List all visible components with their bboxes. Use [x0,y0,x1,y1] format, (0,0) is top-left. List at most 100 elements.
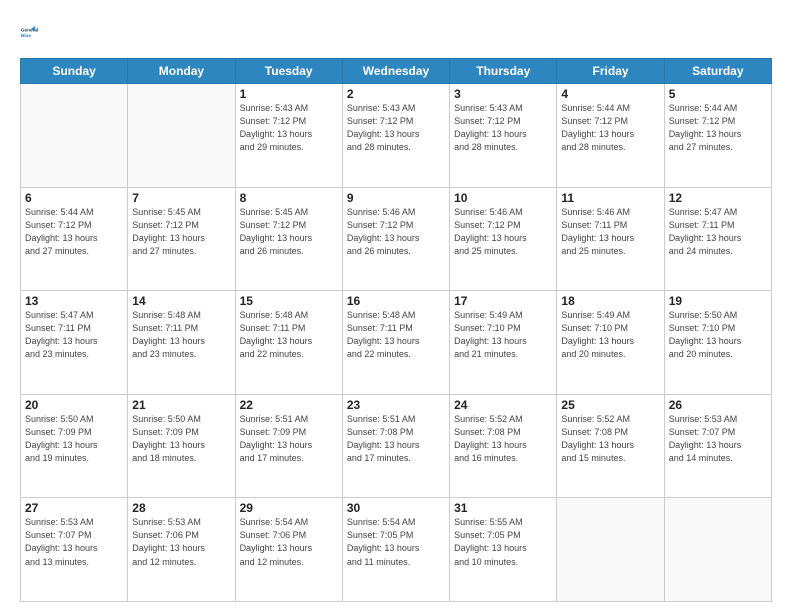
calendar-cell: 3Sunrise: 5:43 AM Sunset: 7:12 PM Daylig… [450,84,557,188]
calendar-cell: 20Sunrise: 5:50 AM Sunset: 7:09 PM Dayli… [21,394,128,498]
weekday-header-monday: Monday [128,59,235,84]
day-number: 18 [561,294,659,308]
calendar-cell: 2Sunrise: 5:43 AM Sunset: 7:12 PM Daylig… [342,84,449,188]
calendar-cell: 14Sunrise: 5:48 AM Sunset: 7:11 PM Dayli… [128,291,235,395]
svg-text:General: General [21,28,39,33]
day-number: 5 [669,87,767,101]
day-info: Sunrise: 5:46 AM Sunset: 7:11 PM Dayligh… [561,206,659,258]
day-info: Sunrise: 5:50 AM Sunset: 7:10 PM Dayligh… [669,309,767,361]
day-number: 8 [240,191,338,205]
page: General Blue SundayMondayTuesdayWednesda… [0,0,792,612]
day-number: 30 [347,501,445,515]
day-number: 16 [347,294,445,308]
day-number: 17 [454,294,552,308]
weekday-header-saturday: Saturday [664,59,771,84]
day-number: 12 [669,191,767,205]
week-row-3: 13Sunrise: 5:47 AM Sunset: 7:11 PM Dayli… [21,291,772,395]
day-info: Sunrise: 5:51 AM Sunset: 7:09 PM Dayligh… [240,413,338,465]
day-info: Sunrise: 5:49 AM Sunset: 7:10 PM Dayligh… [454,309,552,361]
day-number: 3 [454,87,552,101]
weekday-header-tuesday: Tuesday [235,59,342,84]
day-info: Sunrise: 5:46 AM Sunset: 7:12 PM Dayligh… [454,206,552,258]
day-number: 13 [25,294,123,308]
calendar-cell: 27Sunrise: 5:53 AM Sunset: 7:07 PM Dayli… [21,498,128,602]
day-info: Sunrise: 5:44 AM Sunset: 7:12 PM Dayligh… [25,206,123,258]
calendar-cell: 7Sunrise: 5:45 AM Sunset: 7:12 PM Daylig… [128,187,235,291]
calendar-cell: 22Sunrise: 5:51 AM Sunset: 7:09 PM Dayli… [235,394,342,498]
calendar-cell: 19Sunrise: 5:50 AM Sunset: 7:10 PM Dayli… [664,291,771,395]
day-number: 27 [25,501,123,515]
day-number: 15 [240,294,338,308]
day-info: Sunrise: 5:50 AM Sunset: 7:09 PM Dayligh… [25,413,123,465]
day-info: Sunrise: 5:43 AM Sunset: 7:12 PM Dayligh… [347,102,445,154]
day-number: 2 [347,87,445,101]
day-info: Sunrise: 5:52 AM Sunset: 7:08 PM Dayligh… [454,413,552,465]
day-number: 10 [454,191,552,205]
calendar-cell [664,498,771,602]
calendar-cell: 26Sunrise: 5:53 AM Sunset: 7:07 PM Dayli… [664,394,771,498]
day-info: Sunrise: 5:53 AM Sunset: 7:07 PM Dayligh… [25,516,123,568]
calendar-cell: 13Sunrise: 5:47 AM Sunset: 7:11 PM Dayli… [21,291,128,395]
calendar-cell: 18Sunrise: 5:49 AM Sunset: 7:10 PM Dayli… [557,291,664,395]
calendar-cell [128,84,235,188]
day-info: Sunrise: 5:49 AM Sunset: 7:10 PM Dayligh… [561,309,659,361]
weekday-header-thursday: Thursday [450,59,557,84]
logo: General Blue [20,18,50,48]
calendar-cell: 25Sunrise: 5:52 AM Sunset: 7:08 PM Dayli… [557,394,664,498]
day-number: 6 [25,191,123,205]
day-number: 25 [561,398,659,412]
day-info: Sunrise: 5:43 AM Sunset: 7:12 PM Dayligh… [240,102,338,154]
calendar-cell: 21Sunrise: 5:50 AM Sunset: 7:09 PM Dayli… [128,394,235,498]
day-info: Sunrise: 5:54 AM Sunset: 7:05 PM Dayligh… [347,516,445,568]
day-number: 29 [240,501,338,515]
day-info: Sunrise: 5:48 AM Sunset: 7:11 PM Dayligh… [347,309,445,361]
day-info: Sunrise: 5:47 AM Sunset: 7:11 PM Dayligh… [25,309,123,361]
calendar-cell: 1Sunrise: 5:43 AM Sunset: 7:12 PM Daylig… [235,84,342,188]
calendar-cell: 6Sunrise: 5:44 AM Sunset: 7:12 PM Daylig… [21,187,128,291]
day-number: 28 [132,501,230,515]
calendar-cell: 10Sunrise: 5:46 AM Sunset: 7:12 PM Dayli… [450,187,557,291]
calendar-cell: 9Sunrise: 5:46 AM Sunset: 7:12 PM Daylig… [342,187,449,291]
calendar-cell [557,498,664,602]
calendar-cell: 28Sunrise: 5:53 AM Sunset: 7:06 PM Dayli… [128,498,235,602]
weekday-header-sunday: Sunday [21,59,128,84]
day-info: Sunrise: 5:47 AM Sunset: 7:11 PM Dayligh… [669,206,767,258]
svg-text:Blue: Blue [21,33,32,38]
logo-icon: General Blue [20,18,50,48]
day-info: Sunrise: 5:46 AM Sunset: 7:12 PM Dayligh… [347,206,445,258]
day-number: 21 [132,398,230,412]
day-number: 1 [240,87,338,101]
day-number: 23 [347,398,445,412]
calendar-cell: 23Sunrise: 5:51 AM Sunset: 7:08 PM Dayli… [342,394,449,498]
header: General Blue [20,18,772,48]
day-number: 14 [132,294,230,308]
weekday-header-row: SundayMondayTuesdayWednesdayThursdayFrid… [21,59,772,84]
day-number: 19 [669,294,767,308]
week-row-1: 1Sunrise: 5:43 AM Sunset: 7:12 PM Daylig… [21,84,772,188]
day-info: Sunrise: 5:44 AM Sunset: 7:12 PM Dayligh… [561,102,659,154]
day-number: 26 [669,398,767,412]
week-row-4: 20Sunrise: 5:50 AM Sunset: 7:09 PM Dayli… [21,394,772,498]
weekday-header-wednesday: Wednesday [342,59,449,84]
week-row-2: 6Sunrise: 5:44 AM Sunset: 7:12 PM Daylig… [21,187,772,291]
calendar-cell: 17Sunrise: 5:49 AM Sunset: 7:10 PM Dayli… [450,291,557,395]
day-info: Sunrise: 5:54 AM Sunset: 7:06 PM Dayligh… [240,516,338,568]
calendar-cell [21,84,128,188]
calendar-cell: 11Sunrise: 5:46 AM Sunset: 7:11 PM Dayli… [557,187,664,291]
calendar-cell: 29Sunrise: 5:54 AM Sunset: 7:06 PM Dayli… [235,498,342,602]
day-number: 24 [454,398,552,412]
calendar-cell: 24Sunrise: 5:52 AM Sunset: 7:08 PM Dayli… [450,394,557,498]
day-info: Sunrise: 5:52 AM Sunset: 7:08 PM Dayligh… [561,413,659,465]
day-info: Sunrise: 5:51 AM Sunset: 7:08 PM Dayligh… [347,413,445,465]
day-info: Sunrise: 5:48 AM Sunset: 7:11 PM Dayligh… [132,309,230,361]
day-number: 11 [561,191,659,205]
day-number: 31 [454,501,552,515]
calendar-cell: 12Sunrise: 5:47 AM Sunset: 7:11 PM Dayli… [664,187,771,291]
day-number: 4 [561,87,659,101]
calendar-cell: 30Sunrise: 5:54 AM Sunset: 7:05 PM Dayli… [342,498,449,602]
day-info: Sunrise: 5:45 AM Sunset: 7:12 PM Dayligh… [240,206,338,258]
day-info: Sunrise: 5:44 AM Sunset: 7:12 PM Dayligh… [669,102,767,154]
calendar-cell: 16Sunrise: 5:48 AM Sunset: 7:11 PM Dayli… [342,291,449,395]
day-info: Sunrise: 5:50 AM Sunset: 7:09 PM Dayligh… [132,413,230,465]
day-info: Sunrise: 5:45 AM Sunset: 7:12 PM Dayligh… [132,206,230,258]
